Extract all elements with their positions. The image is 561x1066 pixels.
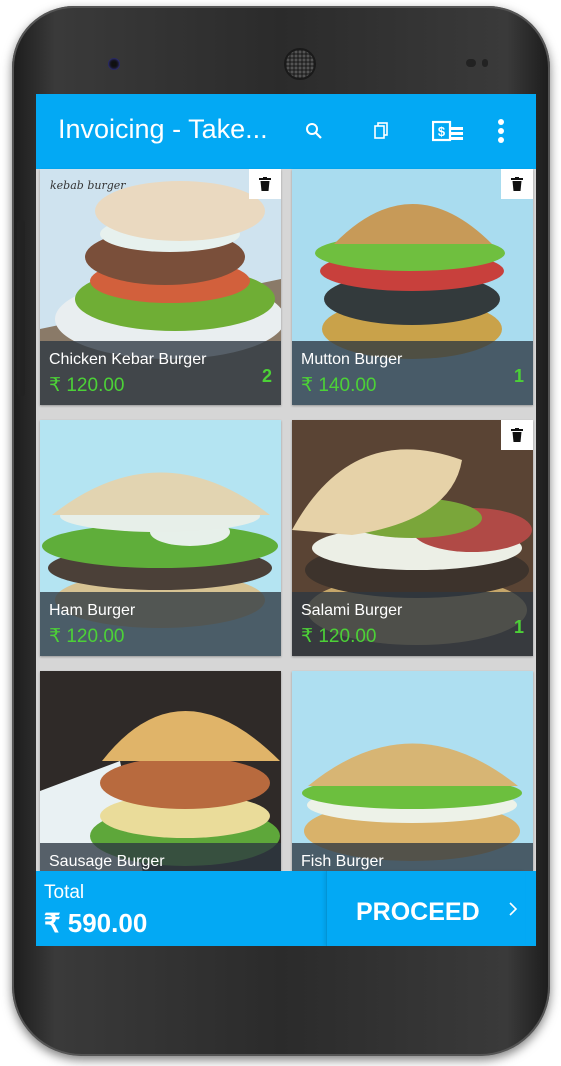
product-name: Chicken Kebar Burger [49,351,207,368]
product-name: Sausage Burger [49,853,165,870]
page-title: Invoicing - Take... [58,114,268,144]
product-card-mutton-burger[interactable]: Mutton Burger ₹ 140.00 1 [292,169,533,405]
total-label: Total [44,882,85,903]
product-info: Ham Burger ₹ 120.00 [40,592,281,656]
product-name: Mutton Burger [301,351,403,368]
total-amount: ₹ 590.00 [44,908,148,938]
product-name: Salami Burger [301,602,403,619]
cash-register-icon[interactable]: $ [431,116,465,146]
delete-icon[interactable] [249,169,281,199]
proximity-sensor [466,59,476,67]
product-card-salami-burger[interactable]: Salami Burger ₹ 120.00 1 [292,420,533,656]
more-vert-icon[interactable] [491,116,511,146]
product-name: Ham Burger [49,602,136,619]
product-price: ₹ 140.00 [301,375,377,396]
product-quantity: 1 [513,366,524,386]
product-price: ₹ 120.00 [301,626,377,647]
image-caption: kebab burger [50,179,126,192]
front-camera [108,58,120,70]
earpiece-speaker [284,48,316,80]
app-screen: Invoicing - Take... $ kebab burger Chick… [36,94,536,946]
product-price: ₹ 120.00 [49,626,125,647]
product-info: Mutton Burger ₹ 140.00 1 [292,341,533,405]
product-quantity: 2 [261,366,272,386]
copy-icon[interactable] [366,116,396,146]
search-icon[interactable] [299,116,329,146]
delete-icon[interactable] [501,420,533,450]
proceed-label: PROCEED [356,898,480,926]
svg-text:$: $ [438,124,446,139]
proceed-button[interactable]: PROCEED [326,871,525,946]
light-sensor [482,59,488,67]
product-card-ham-burger[interactable]: Ham Burger ₹ 120.00 [40,420,281,656]
checkout-bar: Total ₹ 590.00 PROCEED [36,871,536,946]
product-grid: kebab burger Chicken Kebar Burger ₹ 120.… [36,169,536,907]
side-button [17,220,25,396]
product-card-chicken-kebar-burger[interactable]: kebab burger Chicken Kebar Burger ₹ 120.… [40,169,281,405]
product-quantity: 1 [513,617,524,637]
app-bar: Invoicing - Take... $ [36,94,536,169]
product-price: ₹ 120.00 [49,375,125,396]
product-info: Chicken Kebar Burger ₹ 120.00 2 [40,341,281,405]
chevron-right-icon [509,902,518,921]
product-name: Fish Burger [301,853,384,870]
delete-icon[interactable] [501,169,533,199]
product-info: Salami Burger ₹ 120.00 1 [292,592,533,656]
